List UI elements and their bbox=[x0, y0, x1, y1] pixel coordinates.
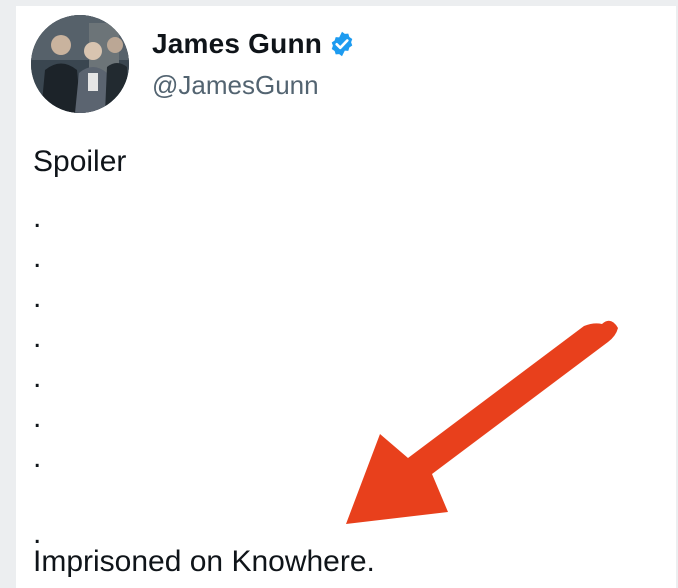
tweet-line-dot: . bbox=[33, 401, 42, 434]
author-handle[interactable]: @JamesGunn bbox=[152, 70, 319, 101]
tweet-line-dot: . bbox=[33, 361, 42, 394]
tweet-line-spoiler: Spoiler bbox=[33, 145, 127, 178]
author-display-name[interactable]: James Gunn bbox=[152, 28, 322, 60]
tweet-line-reveal: Imprisoned on Knowhere. bbox=[33, 545, 375, 578]
tweet-line-dot: . bbox=[33, 321, 42, 354]
author-name-row: James Gunn bbox=[152, 26, 356, 62]
avatar[interactable] bbox=[31, 15, 129, 113]
avatar-photo bbox=[31, 15, 129, 113]
tweet-line-dot: . bbox=[33, 441, 42, 474]
tweet-card: James Gunn @JamesGunn Spoiler . . . . . … bbox=[16, 6, 676, 588]
tweet-line-dot: . bbox=[33, 241, 42, 274]
verified-badge-icon bbox=[328, 30, 356, 58]
tweet-line-dot: . bbox=[33, 281, 42, 314]
tweet-line-dot: . bbox=[33, 201, 42, 234]
